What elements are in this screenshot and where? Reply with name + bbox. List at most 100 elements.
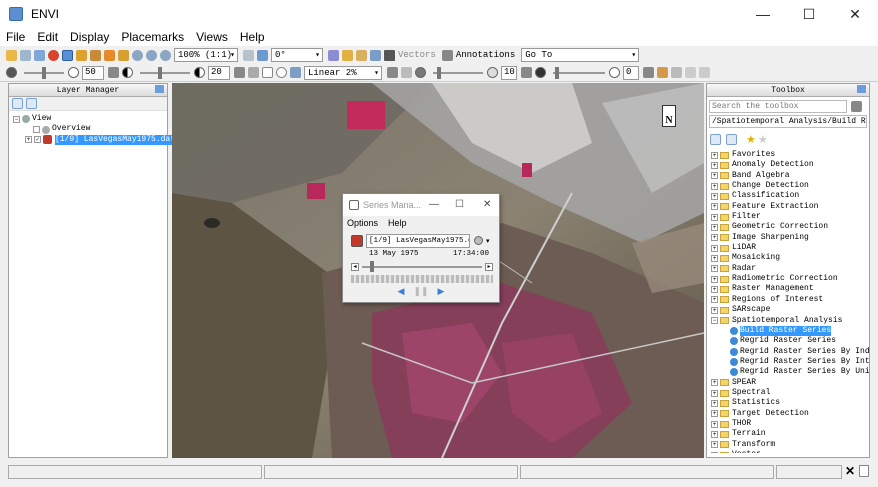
refresh-icon[interactable] xyxy=(851,100,862,112)
step-forward-icon[interactable]: ▶ xyxy=(438,286,445,297)
toolbox-item[interactable]: + Raster Management xyxy=(711,284,869,294)
series-next-arrow-icon[interactable]: ▸ xyxy=(485,262,493,271)
expand-icon[interactable]: + xyxy=(711,151,718,159)
portal-icon[interactable] xyxy=(370,49,381,61)
toolbox-item[interactable]: + Statistics xyxy=(711,398,869,408)
toolbox-item[interactable]: + Terrain xyxy=(711,429,869,439)
series-minimize-button[interactable]: — xyxy=(429,199,439,210)
series-menu-help[interactable]: Help xyxy=(388,218,407,228)
toolbox-item[interactable]: Regrid Raster Series By Index xyxy=(711,347,869,357)
toolbox-item[interactable]: + Feature Extraction xyxy=(711,202,869,212)
zoom-combo[interactable]: 100% (1:1) ▾ xyxy=(174,48,238,62)
toolbox-item[interactable]: + Mosaicking xyxy=(711,253,869,263)
sharpen-slider[interactable] xyxy=(433,66,483,79)
expand-icon[interactable]: + xyxy=(711,172,718,180)
series-time-slider[interactable] xyxy=(362,260,482,272)
reset-icon[interactable] xyxy=(521,67,532,78)
blend-icon[interactable] xyxy=(671,67,682,78)
toolbox-item[interactable]: + Geometric Correction xyxy=(711,222,869,232)
toolbox-item[interactable]: + SARscape xyxy=(711,305,869,315)
series-frame-strip[interactable] xyxy=(351,275,493,283)
cursor-value-icon[interactable] xyxy=(342,49,353,61)
series-close-button[interactable]: ✕ xyxy=(483,199,491,210)
full-stretch-icon[interactable] xyxy=(276,67,287,78)
stretch-icon[interactable] xyxy=(248,67,259,78)
expand-icon[interactable]: + xyxy=(711,244,718,252)
menu-file[interactable]: File xyxy=(6,30,25,44)
expand-icon[interactable]: + xyxy=(711,441,718,449)
tree-row-layer[interactable]: + ✓ [1/9] LasVegasMay1975.dat xyxy=(13,134,176,146)
expand-icon[interactable]: + xyxy=(711,275,718,283)
layer-manager-icon[interactable] xyxy=(34,49,45,61)
series-manager-titlebar[interactable]: Series Mana... — ☐ ✕ xyxy=(343,194,499,216)
expand-icon[interactable]: + xyxy=(711,193,718,201)
resize-grip-icon[interactable] xyxy=(859,465,869,477)
toolbox-item[interactable]: − Spatiotemporal Analysis xyxy=(711,316,869,326)
step-back-icon[interactable]: ◀ xyxy=(398,286,405,297)
data-manager-icon[interactable] xyxy=(20,49,31,61)
reset-icon[interactable] xyxy=(108,67,119,78)
reset-icon[interactable] xyxy=(234,67,245,78)
stretch-combo[interactable]: Linear 2% ▾ xyxy=(304,65,382,80)
toolbox-item[interactable]: + SPEAR xyxy=(711,378,869,388)
expand-all-icon[interactable] xyxy=(26,98,37,109)
toolbox-item[interactable]: + Transform xyxy=(711,440,869,450)
histogram-icon[interactable] xyxy=(290,67,301,78)
toolbox-item[interactable]: + Target Detection xyxy=(711,409,869,419)
brightness-value[interactable]: 50 xyxy=(82,65,104,80)
contrast-value[interactable]: 20 xyxy=(208,65,230,80)
expand-all-icon[interactable] xyxy=(726,133,737,145)
refresh-icon[interactable] xyxy=(387,67,398,78)
series-menu-options[interactable]: Options xyxy=(347,218,378,228)
menu-views[interactable]: Views xyxy=(196,30,228,44)
minimize-button[interactable]: — xyxy=(740,0,786,28)
rotate-icon[interactable] xyxy=(104,49,115,61)
menu-placemarks[interactable]: Placemarks xyxy=(121,30,184,44)
toolbox-item[interactable]: + Radar xyxy=(711,264,869,274)
expand-icon[interactable]: + xyxy=(711,255,718,263)
menu-display[interactable]: Display xyxy=(70,30,109,44)
contrast-slider[interactable] xyxy=(140,66,190,79)
expand-icon[interactable]: + xyxy=(711,379,718,387)
expand-icon[interactable]: + xyxy=(711,420,718,428)
tree-row-overview[interactable]: Overview xyxy=(13,124,167,134)
chip-view-icon[interactable] xyxy=(384,49,395,61)
roi-stretch-icon[interactable] xyxy=(262,67,273,78)
toolbox-item[interactable]: + Favorites xyxy=(711,150,869,160)
profile-icon[interactable] xyxy=(356,49,367,61)
annotations-button[interactable]: Annotations xyxy=(456,50,515,60)
checkbox[interactable] xyxy=(33,126,40,134)
toolbox-item[interactable]: Regrid Raster Series By Union xyxy=(711,367,869,377)
collapse-all-icon[interactable] xyxy=(710,133,721,145)
expand-icon[interactable]: + xyxy=(711,286,718,294)
expand-icon[interactable]: + xyxy=(711,213,718,221)
link-icon[interactable] xyxy=(401,67,412,78)
zoom-fixed-icon[interactable] xyxy=(160,49,171,61)
toolbox-item[interactable]: + Regions of Interest xyxy=(711,295,869,305)
toolbox-item[interactable]: Regrid Raster Series By Inters xyxy=(711,357,869,367)
toolbox-item[interactable]: + Filter xyxy=(711,212,869,222)
rotation-combo[interactable]: 0° ▾ xyxy=(271,48,323,62)
goto-combo[interactable]: Go To ▾ xyxy=(521,48,640,62)
toolbox-item[interactable]: + Change Detection xyxy=(711,181,869,191)
crosshair-icon[interactable] xyxy=(328,49,339,61)
swipe-icon[interactable] xyxy=(699,67,710,78)
expand-icon[interactable]: + xyxy=(711,306,718,314)
zoom-in-icon[interactable] xyxy=(132,49,143,61)
toolbox-item[interactable]: + Anomaly Detection xyxy=(711,160,869,170)
fly-icon[interactable] xyxy=(90,49,101,61)
pause-icon[interactable]: ❚❚ xyxy=(413,286,428,297)
toolbox-item[interactable]: Build Raster Series xyxy=(711,325,869,337)
favorite-star-icon[interactable]: ★ xyxy=(746,133,756,146)
expand-icon[interactable]: + xyxy=(711,162,718,170)
toolbox-item[interactable]: + LiDAR xyxy=(711,243,869,253)
toolbox-item[interactable]: + Radiometric Correction xyxy=(711,274,869,284)
close-button[interactable]: ✕ xyxy=(832,0,878,28)
toolbox-item[interactable]: + Image Sharpening xyxy=(711,233,869,243)
menu-edit[interactable]: Edit xyxy=(37,30,58,44)
unfavorite-star-icon[interactable]: ★ xyxy=(758,133,768,146)
vectors-button[interactable]: Vectors xyxy=(398,50,436,60)
brightness-slider[interactable] xyxy=(24,66,64,79)
play-options-icon[interactable] xyxy=(474,236,483,245)
expand-icon[interactable]: + xyxy=(711,410,718,418)
